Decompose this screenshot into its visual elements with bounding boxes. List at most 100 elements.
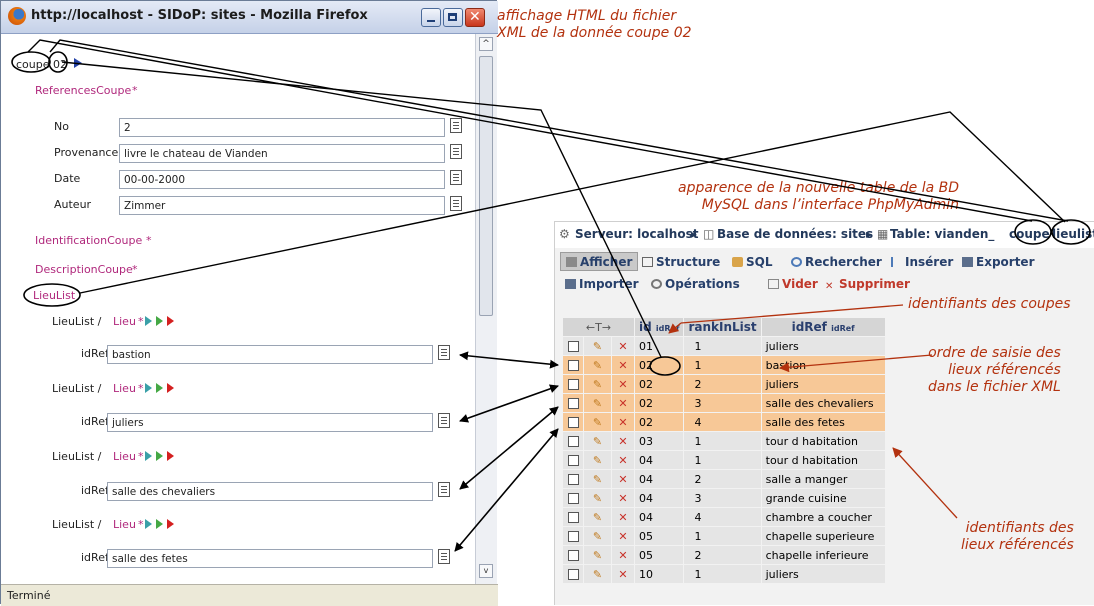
delete-x-icon[interactable]: ✕	[612, 451, 634, 469]
column-arrows[interactable]: ←T→	[563, 318, 634, 336]
document-icon[interactable]	[438, 413, 450, 428]
delete-arrow-icon[interactable]	[167, 383, 174, 393]
add-arrow-icon[interactable]	[156, 383, 163, 393]
row-checkbox[interactable]	[563, 489, 583, 507]
delete-x-icon[interactable]: ✕	[612, 546, 634, 564]
add-arrow-icon[interactable]	[145, 383, 152, 393]
tab-structure[interactable]: Structure	[637, 253, 725, 272]
document-icon[interactable]	[450, 118, 462, 133]
edit-pencil-icon[interactable]: ✎	[584, 470, 611, 488]
row-checkbox[interactable]	[563, 546, 583, 564]
row-checkbox[interactable]	[563, 508, 583, 526]
edit-pencil-icon[interactable]: ✎	[584, 394, 611, 412]
minimize-button[interactable]	[421, 8, 441, 27]
add-arrow-icon[interactable]	[145, 316, 152, 326]
delete-x-icon[interactable]: ✕	[612, 470, 634, 488]
delete-x-icon[interactable]: ✕	[612, 337, 634, 355]
delete-arrow-icon[interactable]	[167, 451, 174, 461]
add-arrow-icon[interactable]	[145, 519, 152, 529]
tab-vider[interactable]: Vider	[763, 275, 823, 294]
edit-pencil-icon[interactable]: ✎	[584, 337, 611, 355]
lieu-asterisk: *	[138, 382, 144, 395]
edit-pencil-icon[interactable]: ✎	[584, 508, 611, 526]
breadcrumb-table-lieulist[interactable]: lieulist	[1052, 227, 1094, 241]
delete-x-icon[interactable]: ✕	[612, 375, 634, 393]
idref-input[interactable]: salle des chevaliers	[107, 482, 433, 501]
scroll-down-icon[interactable]: v	[479, 564, 493, 578]
document-icon[interactable]	[438, 482, 450, 497]
tab-afficher[interactable]: Afficher	[560, 252, 639, 271]
breadcrumb-database[interactable]: Base de données: sites	[717, 227, 873, 241]
tab-importer[interactable]: Importer	[560, 275, 644, 294]
column-rankinlist[interactable]: rankInList	[684, 318, 761, 336]
row-checkbox[interactable]	[563, 451, 583, 469]
row-checkbox[interactable]	[563, 527, 583, 545]
add-arrow-icon[interactable]	[156, 451, 163, 461]
vertical-scrollbar[interactable]: ^ v	[475, 34, 497, 584]
add-arrow-icon[interactable]	[145, 451, 152, 461]
idref-input[interactable]: juliers	[107, 413, 433, 432]
table-row: ✎ ✕ 04 4 chambre a coucher	[563, 508, 885, 526]
edit-pencil-icon[interactable]: ✎	[584, 527, 611, 545]
row-checkbox[interactable]	[563, 470, 583, 488]
maximize-button[interactable]	[443, 8, 463, 27]
field-input-auteur[interactable]: Zimmer	[119, 196, 445, 215]
edit-pencil-icon[interactable]: ✎	[584, 375, 611, 393]
idref-input[interactable]: bastion	[107, 345, 433, 364]
idref-input[interactable]: salle des fetes	[107, 549, 433, 568]
tab-inserer[interactable]: Insérer	[886, 253, 958, 272]
delete-icon: ✕	[825, 281, 834, 292]
document-icon[interactable]	[438, 549, 450, 564]
scroll-thumb[interactable]	[479, 56, 493, 316]
add-arrow-icon[interactable]	[156, 316, 163, 326]
tab-operations[interactable]: Opérations	[646, 275, 745, 294]
document-icon[interactable]	[450, 170, 462, 185]
row-checkbox[interactable]	[563, 413, 583, 431]
row-checkbox[interactable]	[563, 337, 583, 355]
edit-pencil-icon[interactable]: ✎	[584, 565, 611, 583]
close-button[interactable]: ✕	[465, 8, 485, 27]
expand-arrow-icon[interactable]	[74, 58, 82, 68]
delete-x-icon[interactable]: ✕	[612, 356, 634, 374]
edit-pencil-icon[interactable]: ✎	[584, 489, 611, 507]
field-input-provenance[interactable]: livre le chateau de Vianden	[119, 144, 445, 163]
field-input-no[interactable]: 2	[119, 118, 445, 137]
delete-x-icon[interactable]: ✕	[612, 413, 634, 431]
column-id[interactable]: id idRef	[635, 318, 684, 336]
row-checkbox[interactable]	[563, 565, 583, 583]
breadcrumb-table-prefix[interactable]: Table: vianden_	[890, 227, 994, 241]
tab-sql[interactable]: SQL	[727, 253, 778, 272]
tab-exporter[interactable]: Exporter	[957, 253, 1039, 272]
delete-x-icon[interactable]: ✕	[612, 432, 634, 450]
breadcrumb-server[interactable]: Serveur: localhost	[575, 227, 698, 241]
row-checkbox[interactable]	[563, 432, 583, 450]
document-icon[interactable]	[438, 345, 450, 360]
delete-x-icon[interactable]: ✕	[612, 508, 634, 526]
document-icon[interactable]	[450, 196, 462, 211]
edit-pencil-icon[interactable]: ✎	[584, 546, 611, 564]
document-icon[interactable]	[450, 144, 462, 159]
import-icon	[565, 279, 576, 289]
edit-pencil-icon[interactable]: ✎	[584, 432, 611, 450]
tab-supprimer[interactable]: ✕ Supprimer	[820, 275, 915, 294]
field-input-date[interactable]: 00-00-2000	[119, 170, 445, 189]
delete-x-icon[interactable]: ✕	[612, 489, 634, 507]
column-idref[interactable]: idRef idRef	[761, 318, 885, 336]
row-checkbox[interactable]	[563, 394, 583, 412]
delete-x-icon[interactable]: ✕	[612, 565, 634, 583]
row-checkbox[interactable]	[563, 375, 583, 393]
row-checkbox[interactable]	[563, 356, 583, 374]
cell-idref: juliers	[761, 375, 885, 393]
add-arrow-icon[interactable]	[156, 519, 163, 529]
edit-pencil-icon[interactable]: ✎	[584, 356, 611, 374]
edit-pencil-icon[interactable]: ✎	[584, 451, 611, 469]
delete-x-icon[interactable]: ✕	[612, 527, 634, 545]
delete-arrow-icon[interactable]	[167, 316, 174, 326]
scroll-up-icon[interactable]: ^	[479, 37, 493, 51]
edit-pencil-icon[interactable]: ✎	[584, 413, 611, 431]
delete-x-icon[interactable]: ✕	[612, 394, 634, 412]
delete-arrow-icon[interactable]	[167, 519, 174, 529]
tab-rechercher[interactable]: Rechercher	[786, 253, 887, 272]
table-row: ✎ ✕ 05 2 chapelle inferieure	[563, 546, 885, 564]
breadcrumb-table-coupe[interactable]: coupe	[1009, 227, 1050, 241]
